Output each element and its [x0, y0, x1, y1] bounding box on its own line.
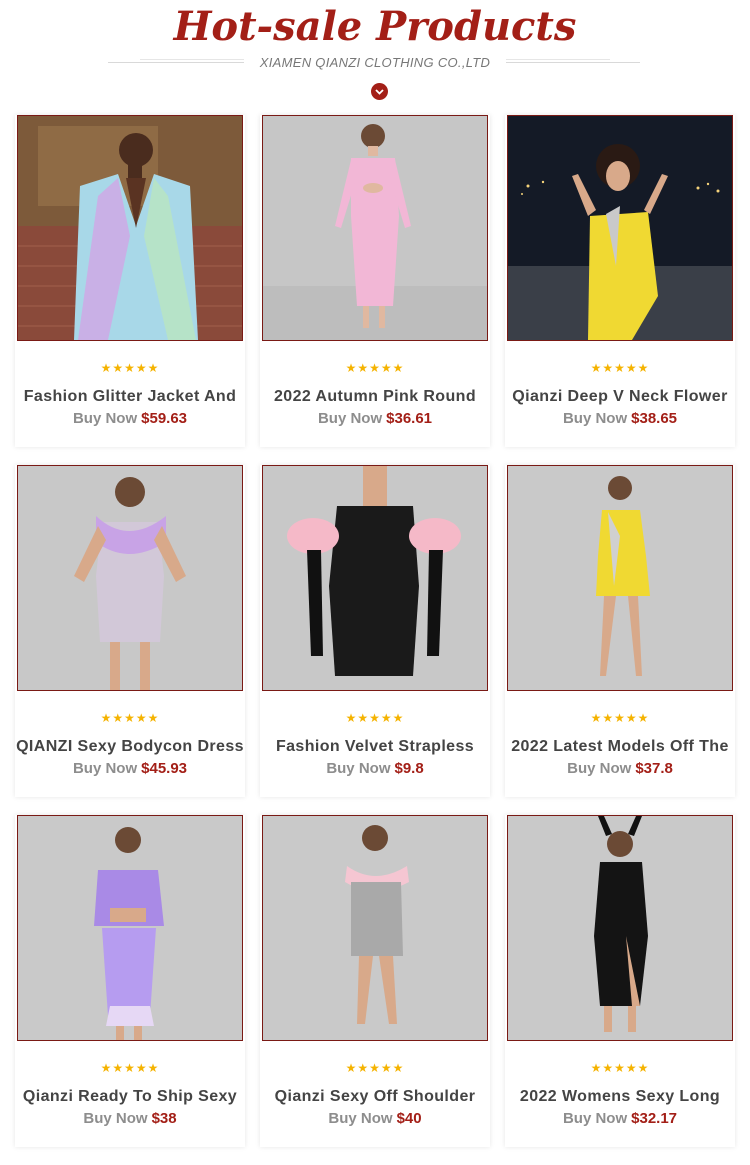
- rating-stars: ★★★★★: [345, 361, 405, 375]
- product-card[interactable]: ★★★★★ 2022 Autumn Pink Round Buy Now $36.…: [260, 115, 490, 447]
- buy-now-link[interactable]: Buy Now: [73, 410, 137, 427]
- product-name[interactable]: Qianzi Deep V Neck Flower: [505, 387, 735, 407]
- product-card[interactable]: ★★★★★ 2022 Latest Models Off The Buy Now…: [505, 465, 735, 797]
- rating-stars: ★★★★★: [345, 711, 405, 725]
- price-row: Buy Now $38: [15, 1110, 245, 1128]
- product-card[interactable]: ★★★★★ Fashion Velvet Strapless Buy Now $9…: [260, 465, 490, 797]
- rating-stars: ★★★★★: [100, 711, 160, 725]
- buy-now-link[interactable]: Buy Now: [328, 1110, 392, 1127]
- buy-now-link[interactable]: Buy Now: [563, 1110, 627, 1127]
- product-card[interactable]: ★★★★★ Qianzi Ready To Ship Sexy Buy Now $…: [15, 815, 245, 1147]
- product-name[interactable]: QIANZI Sexy Bodycon Dress: [15, 737, 245, 757]
- product-name[interactable]: Fashion Velvet Strapless: [260, 737, 490, 757]
- product-price: $38.65: [631, 410, 678, 427]
- rating-stars: ★★★★★: [590, 361, 650, 375]
- product-card[interactable]: ★★★★★ Fashion Glitter Jacket And Buy Now…: [15, 115, 245, 447]
- rating-stars: ★★★★★: [590, 1061, 650, 1075]
- product-price: $9.8: [394, 760, 424, 777]
- product-name[interactable]: Fashion Glitter Jacket And: [15, 387, 245, 407]
- product-price: $45.93: [141, 760, 188, 777]
- rating-stars: ★★★★★: [100, 361, 160, 375]
- rating-stars: ★★★★★: [345, 1061, 405, 1075]
- buy-now-link[interactable]: Buy Now: [318, 410, 382, 427]
- product-name[interactable]: 2022 Latest Models Off The: [505, 737, 735, 757]
- product-price: $40: [396, 1110, 422, 1127]
- product-image[interactable]: [262, 815, 488, 1041]
- product-image[interactable]: [262, 115, 488, 341]
- product-card[interactable]: ★★★★★ QIANZI Sexy Bodycon Dress Buy Now $…: [15, 465, 245, 797]
- product-name[interactable]: 2022 Womens Sexy Long: [505, 1087, 735, 1107]
- product-card[interactable]: ★★★★★ Qianzi Deep V Neck Flower Buy Now $…: [505, 115, 735, 447]
- price-row: Buy Now $32.17: [505, 1110, 735, 1128]
- product-name[interactable]: Qianzi Ready To Ship Sexy: [15, 1087, 245, 1107]
- product-image[interactable]: [17, 115, 243, 341]
- product-name[interactable]: 2022 Autumn Pink Round: [260, 387, 490, 407]
- buy-now-link[interactable]: Buy Now: [73, 760, 137, 777]
- product-image[interactable]: [507, 115, 733, 341]
- product-price: $59.63: [141, 410, 188, 427]
- price-row: Buy Now $45.93: [15, 760, 245, 778]
- buy-now-link[interactable]: Buy Now: [326, 760, 390, 777]
- product-image[interactable]: [17, 815, 243, 1041]
- product-image[interactable]: [507, 815, 733, 1041]
- product-price: $36.61: [386, 410, 433, 427]
- product-price: $32.17: [631, 1110, 678, 1127]
- product-card[interactable]: ★★★★★ Qianzi Sexy Off Shoulder Buy Now $4…: [260, 815, 490, 1147]
- price-row: Buy Now $40: [260, 1110, 490, 1128]
- product-grid: ★★★★★ Fashion Glitter Jacket And Buy Now…: [0, 0, 750, 1165]
- rating-stars: ★★★★★: [590, 711, 650, 725]
- price-row: Buy Now $38.65: [505, 410, 735, 428]
- product-image[interactable]: [507, 465, 733, 691]
- price-row: Buy Now $59.63: [15, 410, 245, 428]
- buy-now-link[interactable]: Buy Now: [83, 1110, 147, 1127]
- price-row: Buy Now $37.8: [505, 760, 735, 778]
- product-price: $37.8: [635, 760, 673, 777]
- buy-now-link[interactable]: Buy Now: [563, 410, 627, 427]
- product-card[interactable]: ★★★★★ 2022 Womens Sexy Long Buy Now $32.1…: [505, 815, 735, 1147]
- product-price: $38: [151, 1110, 177, 1127]
- buy-now-link[interactable]: Buy Now: [567, 760, 631, 777]
- product-name[interactable]: Qianzi Sexy Off Shoulder: [260, 1087, 490, 1107]
- price-row: Buy Now $9.8: [260, 760, 490, 778]
- price-row: Buy Now $36.61: [260, 410, 490, 428]
- rating-stars: ★★★★★: [100, 1061, 160, 1075]
- product-image[interactable]: [17, 465, 243, 691]
- product-image[interactable]: [262, 465, 488, 691]
